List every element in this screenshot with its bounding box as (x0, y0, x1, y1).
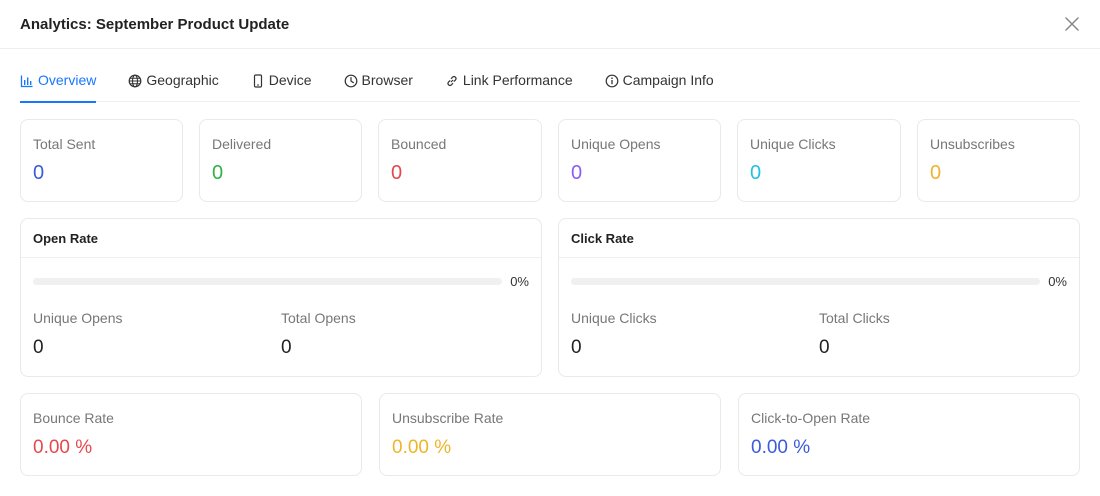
tab-label: Geographic (146, 72, 219, 88)
progress-track (571, 277, 1041, 285)
stat-label: Unique Opens (571, 136, 661, 152)
info-icon (605, 74, 619, 88)
tab-label: Device (268, 72, 312, 88)
close-icon (1065, 17, 1079, 31)
tab-label: Overview (38, 72, 97, 88)
open-rate-title: Open Rate (21, 219, 541, 258)
analytics-tabs: Overview Geographic Device Browser Link … (20, 60, 1080, 103)
stat-card-unsubscribes: Unsubscribes 0 (917, 119, 1080, 202)
click-rate-card: Click Rate 0% Unique Clicks 0 Total Clic… (558, 218, 1080, 377)
tab-device[interactable]: Device (251, 60, 312, 102)
click-rate-progress: 0% (571, 273, 1067, 289)
stat-card-bounced: Bounced 0 (378, 119, 542, 202)
link-icon (445, 74, 459, 88)
open-rate-total: Total Opens 0 (281, 310, 356, 359)
stat-card-delivered: Delivered 0 (199, 119, 362, 202)
click-rate-unique: Unique Clicks 0 (571, 310, 657, 359)
modal-header: Analytics: September Product Update (0, 0, 1100, 49)
click-rate-percent: 0% (1048, 273, 1067, 289)
open-rate-progress: 0% (33, 273, 529, 289)
stat-label: Unique Clicks (750, 136, 836, 152)
total-opens-value: 0 (281, 337, 292, 358)
stat-value: 0 (571, 162, 583, 184)
progress-track (33, 277, 503, 285)
open-rate-unique: Unique Opens 0 (33, 310, 123, 359)
tab-browser[interactable]: Browser (344, 60, 413, 102)
tab-label: Link Performance (462, 72, 573, 88)
bounce-rate-value: 0.00 % (33, 437, 93, 458)
tab-link-performance[interactable]: Link Performance (445, 60, 573, 102)
unique-opens-label: Unique Opens (33, 310, 123, 326)
stat-label: Total Sent (33, 136, 96, 152)
stat-card-unique-opens: Unique Opens 0 (558, 119, 721, 202)
stat-label: Delivered (212, 136, 272, 152)
close-button[interactable] (1062, 14, 1082, 34)
unsubscribe-rate-value: 0.00 % (392, 437, 452, 458)
stat-card-total-sent: Total Sent 0 (20, 119, 183, 202)
bar-chart-icon (20, 74, 34, 88)
tab-label: Browser (361, 72, 413, 88)
globe-icon (128, 74, 142, 88)
modal-title: Analytics: September Product Update (20, 15, 290, 33)
open-rate-percent: 0% (510, 273, 529, 289)
click-to-open-rate-label: Click-to-Open Rate (751, 410, 871, 426)
unique-clicks-label: Unique Clicks (571, 310, 657, 326)
tab-geographic[interactable]: Geographic (128, 60, 219, 102)
stat-value: 0 (212, 162, 224, 184)
click-rate-title: Click Rate (559, 219, 1079, 258)
analytics-modal: Analytics: September Product Update Over… (0, 0, 1100, 496)
stat-value: 0 (750, 162, 762, 184)
click-to-open-rate-value: 0.00 % (751, 437, 811, 458)
tab-overview[interactable]: Overview (20, 60, 97, 103)
tab-campaign-info[interactable]: Campaign Info (605, 60, 714, 102)
clock-icon (344, 74, 358, 88)
open-rate-card: Open Rate 0% Unique Opens 0 Total Opens … (20, 218, 542, 377)
tab-label: Campaign Info (622, 72, 714, 88)
stat-value: 0 (930, 162, 942, 184)
total-clicks-label: Total Clicks (819, 310, 890, 326)
bounce-rate-label: Bounce Rate (33, 410, 114, 426)
stat-value: 0 (33, 162, 45, 184)
stat-label: Bounced (391, 136, 447, 152)
total-clicks-value: 0 (819, 337, 830, 358)
stat-label: Unsubscribes (930, 136, 1015, 152)
unsubscribe-rate-card: Unsubscribe Rate 0.00 % (379, 393, 721, 476)
unsubscribe-rate-label: Unsubscribe Rate (392, 410, 504, 426)
unique-opens-value: 0 (33, 337, 44, 358)
unique-clicks-value: 0 (571, 337, 582, 358)
stat-card-unique-clicks: Unique Clicks 0 (737, 119, 901, 202)
total-opens-label: Total Opens (281, 310, 356, 326)
mobile-icon (251, 74, 265, 88)
click-rate-total: Total Clicks 0 (819, 310, 890, 359)
bounce-rate-card: Bounce Rate 0.00 % (20, 393, 362, 476)
click-to-open-rate-card: Click-to-Open Rate 0.00 % (738, 393, 1080, 476)
stat-value: 0 (391, 162, 403, 184)
